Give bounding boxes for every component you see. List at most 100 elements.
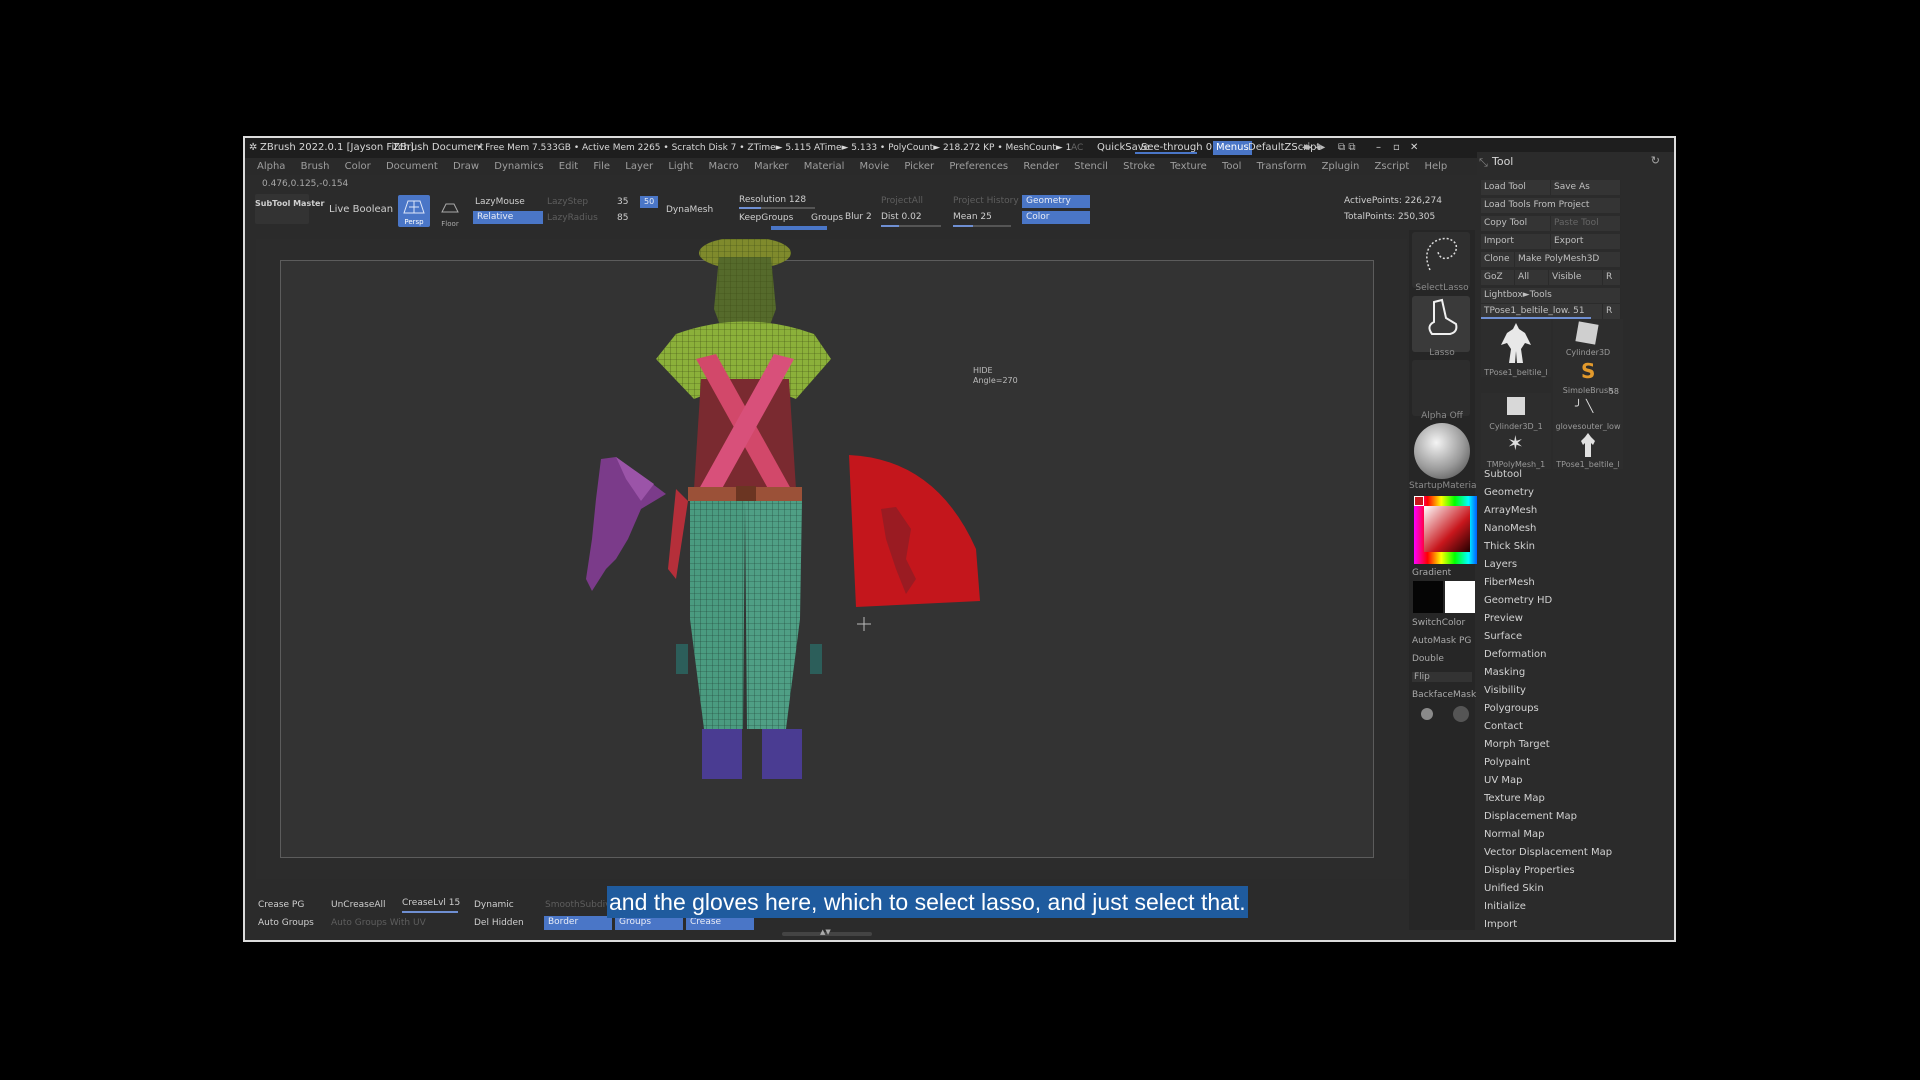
submenu-visibility[interactable]: Visibility [1484, 682, 1612, 700]
submenu-polypaint[interactable]: Polypaint [1484, 754, 1612, 772]
menu-alpha[interactable]: Alpha [257, 158, 285, 175]
submenu-geometry[interactable]: Geometry [1484, 484, 1612, 502]
submenu-unified-skin[interactable]: Unified Skin [1484, 880, 1612, 898]
tool-thumb-tpose1[interactable]: TPose1_beltile_l [1481, 319, 1551, 377]
crease-toggle[interactable]: Crease [686, 916, 754, 930]
transp-icon[interactable] [1453, 706, 1469, 722]
project-history-button[interactable]: Project History [953, 196, 1019, 206]
dynamic-subdiv-button[interactable]: Dynamic [474, 900, 514, 910]
submenu-arraymesh[interactable]: ArrayMesh [1484, 502, 1612, 520]
menu-zscript[interactable]: Zscript [1375, 158, 1410, 175]
submenu-contact[interactable]: Contact [1484, 718, 1612, 736]
menu-brush[interactable]: Brush [301, 158, 330, 175]
menu-material[interactable]: Material [804, 158, 845, 175]
menu-picker[interactable]: Picker [904, 158, 934, 175]
menu-document[interactable]: Document [386, 158, 438, 175]
subtool-master-button[interactable]: SubTool Master [255, 194, 324, 224]
submenu-morph-target[interactable]: Morph Target [1484, 736, 1612, 754]
dynamesh-button[interactable]: DynaMesh [666, 205, 713, 215]
solo-icon[interactable] [1421, 708, 1433, 720]
mean-track[interactable] [953, 225, 1011, 227]
tool-thumb-tpose1-b[interactable]: TPose1_beltile_l [1553, 431, 1623, 469]
menu-edit[interactable]: Edit [559, 158, 578, 175]
projectall-button[interactable]: ProjectAll [881, 196, 923, 206]
switchcolor-button[interactable]: SwitchColor [1412, 618, 1465, 628]
selectlasso-button[interactable] [1412, 232, 1470, 288]
submenu-displacement-map[interactable]: Displacement Map [1484, 808, 1612, 826]
live-boolean-button[interactable]: Live Boolean [329, 204, 393, 215]
menu-transform[interactable]: Transform [1257, 158, 1307, 175]
double-button[interactable]: Double [1412, 654, 1444, 664]
dist-track[interactable] [881, 225, 941, 227]
uncrease-all-button[interactable]: UnCreaseAll [331, 900, 386, 910]
submenu-texture-map[interactable]: Texture Map [1484, 790, 1612, 808]
groups-toggle[interactable]: Groups [811, 213, 843, 223]
creaselvl-slider[interactable]: CreaseLvl 15 [402, 898, 460, 908]
export-button[interactable]: Export [1551, 234, 1621, 249]
menu-stroke[interactable]: Stroke [1123, 158, 1155, 175]
goz-visible-button[interactable]: Visible [1549, 270, 1603, 285]
layout-arrows-icon[interactable]: ◂▸ ◂▸ [1302, 138, 1325, 158]
border-toggle[interactable]: Border [544, 916, 612, 930]
tool-thumb-cylinder3d[interactable]: Cylinder3D [1553, 319, 1623, 357]
menu-tool[interactable]: Tool [1222, 158, 1241, 175]
menu-macro[interactable]: Macro [709, 158, 739, 175]
lazyradius-slider[interactable]: LazyRadius [547, 213, 598, 223]
blur-slider[interactable]: Blur 2 [845, 212, 872, 222]
clone-button[interactable]: Clone [1481, 252, 1515, 267]
goz-button[interactable]: GoZ [1481, 270, 1515, 285]
menu-layer[interactable]: Layer [625, 158, 653, 175]
submenu-layers[interactable]: Layers [1484, 556, 1612, 574]
current-tool-slider[interactable]: TPose1_beltile_low. 51 R [1481, 304, 1621, 319]
menu-light[interactable]: Light [668, 158, 693, 175]
submenu-uv-map[interactable]: UV Map [1484, 772, 1612, 790]
submenu-vector-displacement-map[interactable]: Vector Displacement Map [1484, 844, 1612, 862]
resolution-track[interactable] [739, 207, 815, 209]
load-tool-button[interactable]: Load Tool [1481, 180, 1551, 195]
submenu-import[interactable]: Import [1484, 916, 1612, 934]
menu-file[interactable]: File [593, 158, 610, 175]
menu-stencil[interactable]: Stencil [1074, 158, 1108, 175]
submenu-polygroups[interactable]: Polygroups [1484, 700, 1612, 718]
color-picker[interactable] [1412, 494, 1482, 566]
main-color-swatch[interactable] [1413, 581, 1443, 613]
submenu-masking[interactable]: Masking [1484, 664, 1612, 682]
seethrough-slider[interactable]: See-through 0 [1135, 138, 1212, 156]
floor-button[interactable]: Floor [439, 198, 461, 228]
submenu-thick-skin[interactable]: Thick Skin [1484, 538, 1612, 556]
crease-pg-button[interactable]: Crease PG [258, 900, 304, 910]
persp-button[interactable]: Persp [398, 195, 430, 227]
load-tools-from-project-button[interactable]: Load Tools From Project [1481, 198, 1621, 213]
lasso-button[interactable] [1412, 296, 1470, 352]
menu-draw[interactable]: Draw [453, 158, 479, 175]
submenu-normal-map[interactable]: Normal Map [1484, 826, 1612, 844]
save-as-button[interactable]: Save As [1551, 180, 1621, 195]
submenu-fibermesh[interactable]: FiberMesh [1484, 574, 1612, 592]
smooth-subdiv-button[interactable]: SmoothSubdiv [545, 900, 610, 910]
lazystep-slider[interactable]: LazyStep [547, 197, 588, 207]
menu-marker[interactable]: Marker [754, 158, 789, 175]
refresh-icon[interactable]: ↻ [1651, 154, 1660, 167]
alpha-button[interactable] [1412, 360, 1470, 416]
lazymouse-button[interactable]: LazyMouse [475, 197, 525, 207]
lazysmooth-value[interactable]: 50 [640, 196, 658, 208]
backfacemask-button[interactable]: BackfaceMask [1412, 690, 1476, 700]
del-hidden-button[interactable]: Del Hidden [474, 918, 524, 928]
lightbox-tools-button[interactable]: Lightbox►Tools [1481, 288, 1621, 303]
resolution-slider[interactable]: Resolution 128 [739, 195, 806, 205]
goz-r-button[interactable]: R [1603, 270, 1621, 285]
menu-movie[interactable]: Movie [860, 158, 890, 175]
submenu-display-properties[interactable]: Display Properties [1484, 862, 1612, 880]
mean-slider[interactable]: Mean 25 [953, 212, 992, 222]
copy-tool-button[interactable]: Copy Tool [1481, 216, 1551, 231]
paste-tool-button[interactable]: Paste Tool [1551, 216, 1621, 231]
flip-button[interactable]: Flip [1412, 672, 1472, 682]
geometry-toggle[interactable]: Geometry [1022, 195, 1090, 208]
bottom-scroll-handle[interactable]: ▲▼ [782, 928, 872, 936]
relative-toggle[interactable]: Relative [473, 211, 543, 224]
maximize-icon[interactable]: ▫ [1393, 138, 1400, 158]
submenu-initialize[interactable]: Initialize [1484, 898, 1612, 916]
goz-all-button[interactable]: All [1515, 270, 1549, 285]
dist-slider[interactable]: Dist 0.02 [881, 212, 922, 222]
submenu-surface[interactable]: Surface [1484, 628, 1612, 646]
